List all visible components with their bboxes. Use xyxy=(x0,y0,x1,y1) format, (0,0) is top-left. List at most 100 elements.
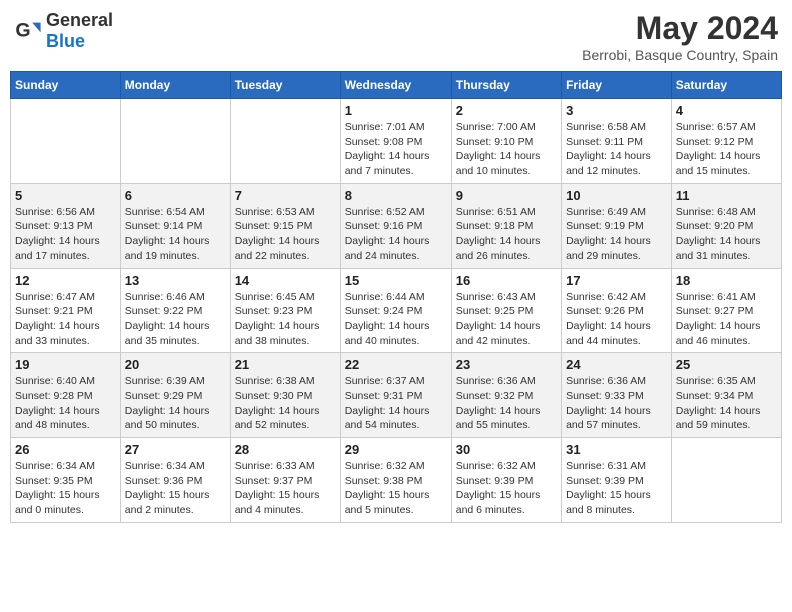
day-info: Sunrise: 6:37 AM Sunset: 9:31 PM Dayligh… xyxy=(345,374,447,433)
calendar-empty-cell xyxy=(11,99,121,184)
day-number: 30 xyxy=(456,442,557,457)
calendar-day-cell: 22 Sunrise: 6:37 AM Sunset: 9:31 PM Dayli… xyxy=(340,353,451,438)
calendar-week-row: 26 Sunrise: 6:34 AM Sunset: 9:35 PM Dayli… xyxy=(11,438,782,523)
calendar-day-cell: 9 Sunrise: 6:51 AM Sunset: 9:18 PM Daylig… xyxy=(451,183,561,268)
calendar-day-cell: 5 Sunrise: 6:56 AM Sunset: 9:13 PM Daylig… xyxy=(11,183,121,268)
day-number: 7 xyxy=(235,188,336,203)
day-number: 2 xyxy=(456,103,557,118)
calendar-day-cell: 12 Sunrise: 6:47 AM Sunset: 9:21 PM Dayli… xyxy=(11,268,121,353)
logo-blue: Blue xyxy=(46,31,85,51)
day-info: Sunrise: 6:34 AM Sunset: 9:36 PM Dayligh… xyxy=(125,459,226,518)
calendar-week-row: 12 Sunrise: 6:47 AM Sunset: 9:21 PM Dayli… xyxy=(11,268,782,353)
calendar-day-cell: 18 Sunrise: 6:41 AM Sunset: 9:27 PM Dayli… xyxy=(671,268,781,353)
calendar-day-cell: 17 Sunrise: 6:42 AM Sunset: 9:26 PM Dayli… xyxy=(562,268,672,353)
svg-text:G: G xyxy=(15,20,30,42)
day-info: Sunrise: 6:35 AM Sunset: 9:34 PM Dayligh… xyxy=(676,374,777,433)
day-info: Sunrise: 6:52 AM Sunset: 9:16 PM Dayligh… xyxy=(345,205,447,264)
day-info: Sunrise: 7:00 AM Sunset: 9:10 PM Dayligh… xyxy=(456,120,557,179)
calendar-day-cell: 31 Sunrise: 6:31 AM Sunset: 9:39 PM Dayli… xyxy=(562,438,672,523)
day-number: 23 xyxy=(456,357,557,372)
day-number: 26 xyxy=(15,442,116,457)
calendar-day-cell: 21 Sunrise: 6:38 AM Sunset: 9:30 PM Dayli… xyxy=(230,353,340,438)
logo-general: General xyxy=(46,10,113,30)
day-of-week-header: Friday xyxy=(562,72,672,99)
day-of-week-header: Monday xyxy=(120,72,230,99)
calendar-day-cell: 19 Sunrise: 6:40 AM Sunset: 9:28 PM Dayli… xyxy=(11,353,121,438)
day-of-week-header: Tuesday xyxy=(230,72,340,99)
day-info: Sunrise: 7:01 AM Sunset: 9:08 PM Dayligh… xyxy=(345,120,447,179)
day-number: 21 xyxy=(235,357,336,372)
calendar-day-cell: 29Sunrise: 6:32 AM Sunset: 9:38 PM Dayli… xyxy=(340,438,451,523)
day-info: Sunrise: 6:39 AM Sunset: 9:29 PM Dayligh… xyxy=(125,374,226,433)
calendar-day-cell: 15Sunrise: 6:44 AM Sunset: 9:24 PM Dayli… xyxy=(340,268,451,353)
day-number: 24 xyxy=(566,357,667,372)
day-of-week-header: Sunday xyxy=(11,72,121,99)
day-number: 31 xyxy=(566,442,667,457)
day-info: Sunrise: 6:45 AM Sunset: 9:23 PM Dayligh… xyxy=(235,290,336,349)
day-info: Sunrise: 6:53 AM Sunset: 9:15 PM Dayligh… xyxy=(235,205,336,264)
day-info: Sunrise: 6:36 AM Sunset: 9:33 PM Dayligh… xyxy=(566,374,667,433)
day-info: Sunrise: 6:44 AM Sunset: 9:24 PM Dayligh… xyxy=(345,290,447,349)
day-number: 17 xyxy=(566,273,667,288)
calendar-day-cell: 3 Sunrise: 6:58 AM Sunset: 9:11 PM Daylig… xyxy=(562,99,672,184)
day-info: Sunrise: 6:41 AM Sunset: 9:27 PM Dayligh… xyxy=(676,290,777,349)
calendar-week-row: 5 Sunrise: 6:56 AM Sunset: 9:13 PM Daylig… xyxy=(11,183,782,268)
day-info: Sunrise: 6:38 AM Sunset: 9:30 PM Dayligh… xyxy=(235,374,336,433)
day-number: 14 xyxy=(235,273,336,288)
calendar-day-cell: 1 Sunrise: 7:01 AM Sunset: 9:08 PM Daylig… xyxy=(340,99,451,184)
calendar-day-cell: 27Sunrise: 6:34 AM Sunset: 9:36 PM Dayli… xyxy=(120,438,230,523)
day-info: Sunrise: 6:31 AM Sunset: 9:39 PM Dayligh… xyxy=(566,459,667,518)
day-number: 4 xyxy=(676,103,777,118)
calendar-day-cell: 28Sunrise: 6:33 AM Sunset: 9:37 PM Dayli… xyxy=(230,438,340,523)
day-info: Sunrise: 6:54 AM Sunset: 9:14 PM Dayligh… xyxy=(125,205,226,264)
day-info: Sunrise: 6:46 AM Sunset: 9:22 PM Dayligh… xyxy=(125,290,226,349)
day-info: Sunrise: 6:49 AM Sunset: 9:19 PM Dayligh… xyxy=(566,205,667,264)
logo-text: General Blue xyxy=(46,10,113,52)
page-header: G General Blue May 2024 Berrobi, Basque … xyxy=(10,10,782,63)
day-info: Sunrise: 6:47 AM Sunset: 9:21 PM Dayligh… xyxy=(15,290,116,349)
day-info: Sunrise: 6:51 AM Sunset: 9:18 PM Dayligh… xyxy=(456,205,557,264)
calendar-day-cell: 6Sunrise: 6:54 AM Sunset: 9:14 PM Daylig… xyxy=(120,183,230,268)
calendar-day-cell: 25Sunrise: 6:35 AM Sunset: 9:34 PM Dayli… xyxy=(671,353,781,438)
calendar-day-cell: 2 Sunrise: 7:00 AM Sunset: 9:10 PM Daylig… xyxy=(451,99,561,184)
calendar-day-cell: 7 Sunrise: 6:53 AM Sunset: 9:15 PM Daylig… xyxy=(230,183,340,268)
calendar-day-cell: 20Sunrise: 6:39 AM Sunset: 9:29 PM Dayli… xyxy=(120,353,230,438)
calendar-week-row: 1 Sunrise: 7:01 AM Sunset: 9:08 PM Daylig… xyxy=(11,99,782,184)
day-number: 22 xyxy=(345,357,447,372)
day-number: 13 xyxy=(125,273,226,288)
calendar-empty-cell xyxy=(230,99,340,184)
day-number: 5 xyxy=(15,188,116,203)
title-block: May 2024 Berrobi, Basque Country, Spain xyxy=(582,10,778,63)
day-info: Sunrise: 6:57 AM Sunset: 9:12 PM Dayligh… xyxy=(676,120,777,179)
calendar-empty-cell xyxy=(671,438,781,523)
day-info: Sunrise: 6:58 AM Sunset: 9:11 PM Dayligh… xyxy=(566,120,667,179)
day-number: 12 xyxy=(15,273,116,288)
calendar-day-cell: 24 Sunrise: 6:36 AM Sunset: 9:33 PM Dayli… xyxy=(562,353,672,438)
day-info: Sunrise: 6:56 AM Sunset: 9:13 PM Dayligh… xyxy=(15,205,116,264)
day-number: 9 xyxy=(456,188,557,203)
calendar-header-row: SundayMondayTuesdayWednesdayThursdayFrid… xyxy=(11,72,782,99)
calendar-empty-cell xyxy=(120,99,230,184)
calendar-day-cell: 4 Sunrise: 6:57 AM Sunset: 9:12 PM Daylig… xyxy=(671,99,781,184)
day-number: 16 xyxy=(456,273,557,288)
day-info: Sunrise: 6:48 AM Sunset: 9:20 PM Dayligh… xyxy=(676,205,777,264)
logo: G General Blue xyxy=(14,10,113,52)
day-info: Sunrise: 6:40 AM Sunset: 9:28 PM Dayligh… xyxy=(15,374,116,433)
day-of-week-header: Wednesday xyxy=(340,72,451,99)
calendar-day-cell: 23 Sunrise: 6:36 AM Sunset: 9:32 PM Dayli… xyxy=(451,353,561,438)
location-title: Berrobi, Basque Country, Spain xyxy=(582,47,778,63)
day-number: 3 xyxy=(566,103,667,118)
day-number: 19 xyxy=(15,357,116,372)
calendar-day-cell: 13 Sunrise: 6:46 AM Sunset: 9:22 PM Dayli… xyxy=(120,268,230,353)
day-info: Sunrise: 6:34 AM Sunset: 9:35 PM Dayligh… xyxy=(15,459,116,518)
day-info: Sunrise: 6:32 AM Sunset: 9:38 PM Dayligh… xyxy=(345,459,447,518)
day-info: Sunrise: 6:36 AM Sunset: 9:32 PM Dayligh… xyxy=(456,374,557,433)
calendar-day-cell: 26 Sunrise: 6:34 AM Sunset: 9:35 PM Dayli… xyxy=(11,438,121,523)
day-number: 28 xyxy=(235,442,336,457)
day-info: Sunrise: 6:42 AM Sunset: 9:26 PM Dayligh… xyxy=(566,290,667,349)
day-number: 18 xyxy=(676,273,777,288)
calendar-day-cell: 30Sunrise: 6:32 AM Sunset: 9:39 PM Dayli… xyxy=(451,438,561,523)
calendar-day-cell: 11Sunrise: 6:48 AM Sunset: 9:20 PM Dayli… xyxy=(671,183,781,268)
day-number: 1 xyxy=(345,103,447,118)
calendar-day-cell: 8Sunrise: 6:52 AM Sunset: 9:16 PM Daylig… xyxy=(340,183,451,268)
